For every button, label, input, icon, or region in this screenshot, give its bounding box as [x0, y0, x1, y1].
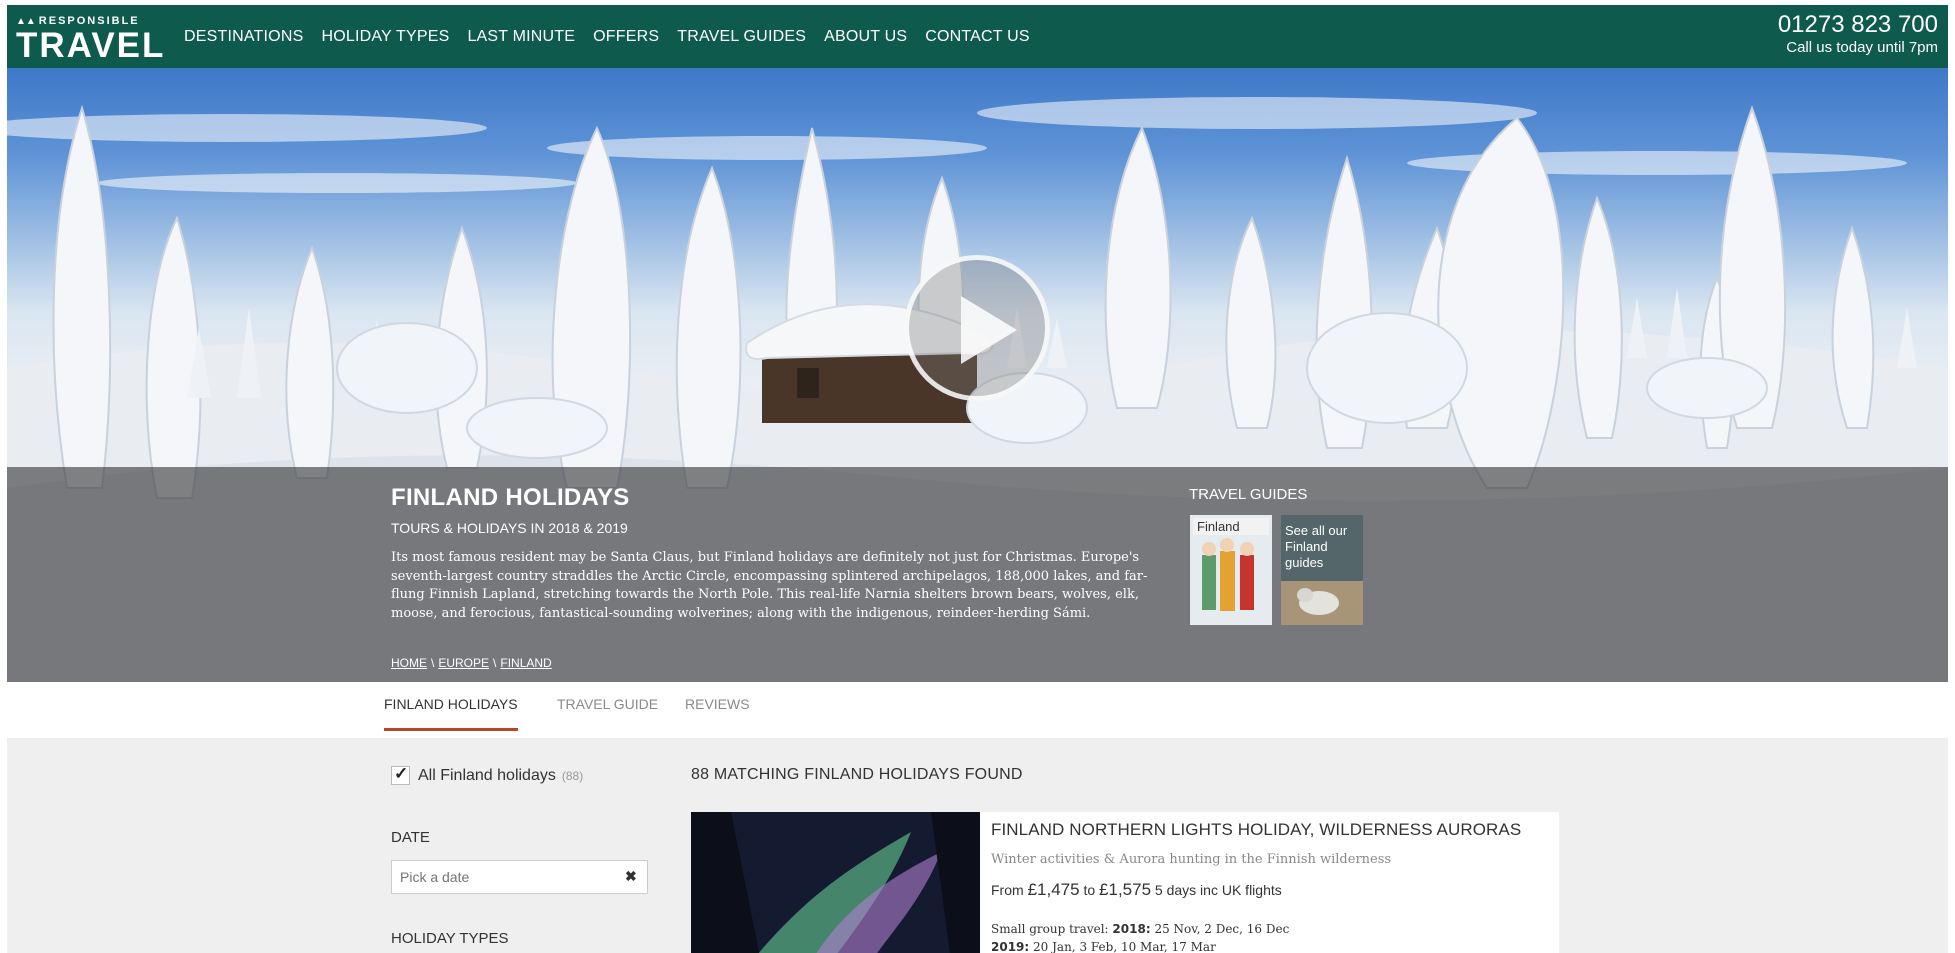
dates-list-2: 20 Jan, 3 Feb, 10 Mar, 17 Mar: [1033, 940, 1216, 953]
play-icon: [961, 296, 1017, 364]
dates-year-2: 2019:: [991, 940, 1030, 953]
price-high: £1,575: [1099, 880, 1152, 899]
tab-finland-holidays[interactable]: FINLAND HOLIDAYS: [384, 696, 518, 731]
all-holidays-checkbox[interactable]: ✓: [391, 764, 410, 785]
filter-all-holidays[interactable]: ✓ All Finland holidays (88): [391, 764, 584, 785]
filter-all-count: (88): [561, 768, 584, 783]
date-picker-input[interactable]: [391, 860, 648, 894]
site-logo[interactable]: ▲▲ RESPONSIBLE TRAVEL: [16, 11, 163, 64]
dates-year-1: 2018:: [1112, 922, 1151, 936]
nav-offers[interactable]: OFFERS: [593, 28, 659, 46]
phone-hours: Call us today until 7pm: [1786, 39, 1938, 56]
nav-contact-us[interactable]: CONTACT US: [925, 28, 1030, 46]
price-from-label: From: [991, 882, 1024, 898]
results-area: ✓ All Finland holidays (88) DATE ✖ HOLID…: [7, 738, 1948, 953]
aurora-image: [691, 812, 980, 953]
travel-guides-heading: TRAVEL GUIDES: [1189, 486, 1308, 503]
hero-banner: FINLAND HOLIDAYS TOURS & HOLIDAYS IN 201…: [7, 68, 1948, 682]
tab-reviews[interactable]: REVIEWS: [685, 696, 750, 728]
trip-duration: 5 days inc UK flights: [1154, 882, 1282, 898]
nav-about-us[interactable]: ABOUT US: [824, 28, 907, 46]
all-finland-guides-card[interactable]: See all our Finland guides: [1281, 515, 1363, 625]
result-title[interactable]: FINLAND NORTHERN LIGHTS HOLIDAY, WILDERN…: [991, 820, 1521, 840]
play-video-button[interactable]: [904, 255, 1050, 401]
guide-card-label: Finland: [1193, 518, 1269, 535]
tab-travel-guide[interactable]: TRAVEL GUIDE: [557, 696, 658, 728]
page-description: Its most famous resident may be Santa Cl…: [391, 550, 1148, 621]
result-card[interactable]: FINLAND NORTHERN LIGHTS HOLIDAY, WILDERN…: [691, 812, 1559, 953]
nav-holiday-types[interactable]: HOLIDAY TYPES: [321, 28, 449, 46]
breadcrumb-finland[interactable]: FINLAND: [500, 656, 551, 670]
result-subtitle: Winter activities & Aurora hunting in th…: [991, 852, 1392, 867]
date-filter-label: DATE: [391, 829, 430, 846]
nav-last-minute[interactable]: LAST MINUTE: [467, 28, 575, 46]
guide-more-text: See all our Finland guides: [1285, 523, 1348, 570]
dates-line-1: Small group travel: 2018: 25 Nov, 2 Dec,…: [991, 920, 1289, 938]
main-nav: DESTINATIONS HOLIDAY TYPES LAST MINUTE O…: [184, 5, 1048, 68]
breadcrumb-separator: \: [431, 656, 435, 670]
price-low: £1,475: [1027, 880, 1080, 899]
checkmark-icon: ✓: [394, 764, 409, 783]
filter-all-label: All Finland holidays: [418, 766, 556, 784]
breadcrumb-europe[interactable]: EUROPE: [438, 656, 489, 670]
phone-number[interactable]: 01273 823 700: [1778, 11, 1938, 39]
result-image[interactable]: [691, 812, 980, 953]
breadcrumb-separator: \: [493, 656, 497, 670]
breadcrumb-home[interactable]: HOME: [391, 656, 427, 670]
results-count: 88 MATCHING FINLAND HOLIDAYS FOUND: [691, 766, 1023, 783]
logo-big-text: TRAVEL: [16, 26, 166, 65]
hero-info-panel: FINLAND HOLIDAYS TOURS & HOLIDAYS IN 201…: [7, 467, 1948, 682]
breadcrumb: HOME \ EUROPE \ FINLAND: [391, 656, 552, 670]
dates-list-1: 25 Nov, 2 Dec, 16 Dec: [1154, 922, 1290, 936]
phone-contact: 01273 823 700 Call us today until 7pm: [1778, 11, 1938, 57]
price-to-label: to: [1083, 882, 1096, 898]
top-nav-bar: ▲▲ RESPONSIBLE TRAVEL DESTINATIONS HOLIDA…: [7, 5, 1948, 68]
clear-date-icon[interactable]: ✖: [625, 868, 637, 885]
dates-line-2: 2019: 20 Jan, 3 Feb, 10 Mar, 17 Mar: [991, 938, 1289, 953]
page-title: FINLAND HOLIDAYS: [391, 484, 630, 511]
dates-prefix: Small group travel:: [991, 922, 1109, 936]
page-subtitle: TOURS & HOLIDAYS IN 2018 & 2019: [391, 520, 628, 536]
result-price: From £1,475 to £1,575 5 days inc UK flig…: [991, 880, 1282, 900]
nav-destinations[interactable]: DESTINATIONS: [184, 28, 303, 46]
finland-guide-card[interactable]: Finland: [1190, 515, 1272, 625]
nav-travel-guides[interactable]: TRAVEL GUIDES: [677, 28, 806, 46]
holiday-types-label: HOLIDAY TYPES: [391, 930, 509, 947]
result-dates: Small group travel: 2018: 25 Nov, 2 Dec,…: [991, 920, 1289, 953]
